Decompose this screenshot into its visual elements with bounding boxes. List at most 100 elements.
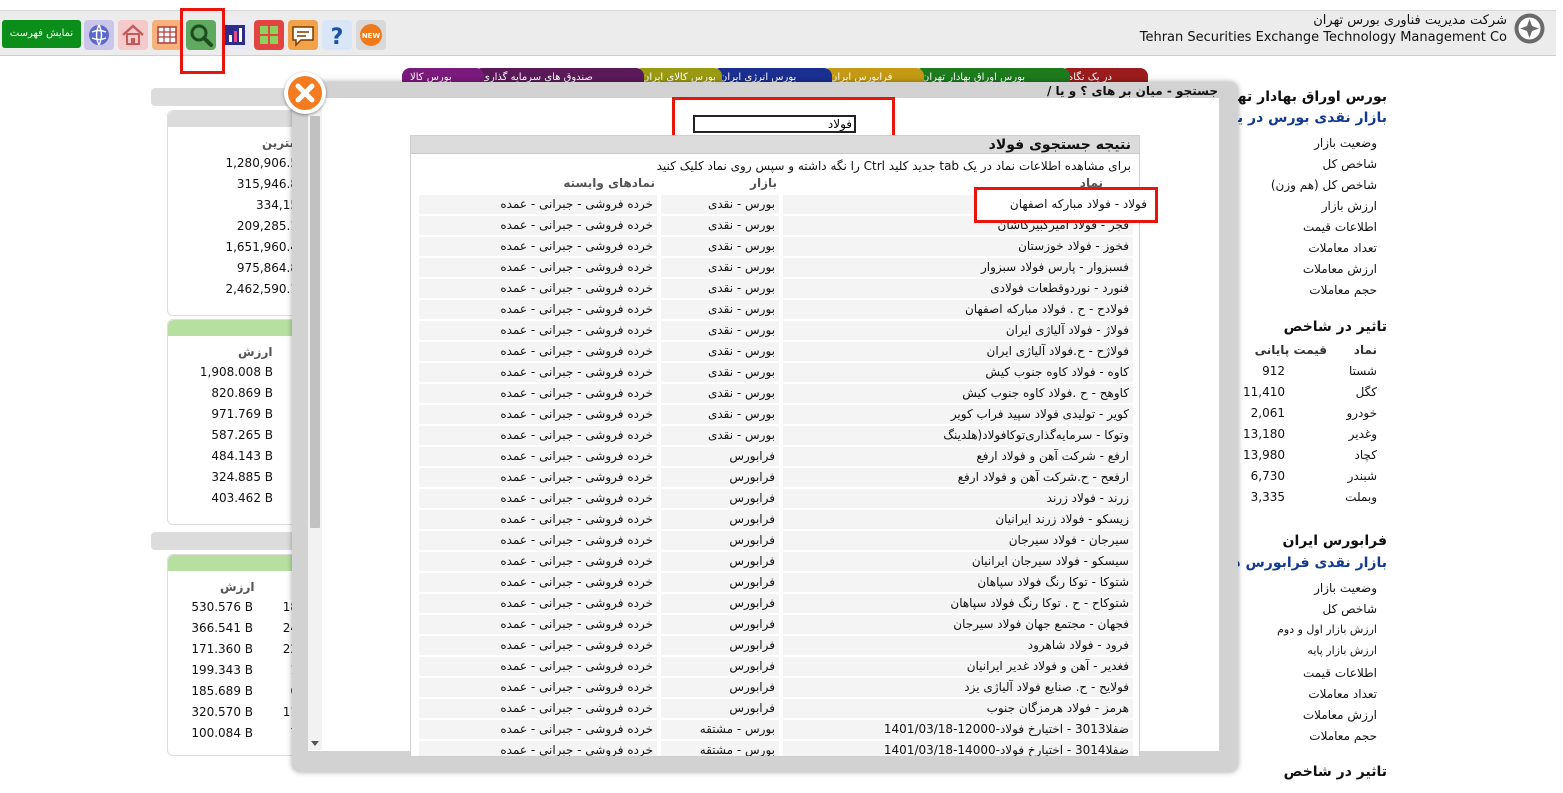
result-related-symbols[interactable]: خرده فروشی - جبرانی - عمده: [419, 594, 657, 613]
result-related-symbols[interactable]: خرده فروشی - جبرانی - عمده: [419, 342, 657, 361]
result-symbol[interactable]: سیسکو - فولاد سیرجان ایرانیان: [783, 552, 1133, 571]
impact-symbol[interactable]: شستا: [1349, 364, 1377, 378]
search-input[interactable]: [693, 115, 856, 133]
result-symbol[interactable]: فجهان - مجتمع جهان فولاد سیرجان: [783, 615, 1133, 634]
search-result-row[interactable]: فخوز - فولاد خوزستان بورس - نقدی خرده فروش…: [419, 237, 1133, 258]
result-symbol[interactable]: فرود - فولاد شاهرود: [783, 636, 1133, 655]
search-result-row[interactable]: فولایح - ح. صنایع فولاد آلیاژی یزد فرابور…: [419, 678, 1133, 699]
result-symbol[interactable]: ضفلا3014 - اختیارخ فولاد-14000-1401/03/1…: [783, 741, 1133, 756]
result-symbol[interactable]: فولاژ - فولاد آلیاژی ایران: [783, 321, 1133, 340]
search-result-row[interactable]: فنورد - نوردوقطعات فولادی بورس - نقدی خرده…: [419, 279, 1133, 300]
search-result-row[interactable]: فرود - فولاد شاهرود فرابورس خرده فروشی - ج…: [419, 636, 1133, 657]
result-symbol[interactable]: فولاژح - ح.فولاد آلیاژی ایران: [783, 342, 1133, 361]
result-symbol[interactable]: کاوهح - ح .فولاد کاوه جنوب کیش: [783, 384, 1133, 403]
search-result-row[interactable]: سیرجان - فولاد سیرجان فرابورس خرده فروشی -…: [419, 531, 1133, 552]
search-result-row[interactable]: زرند - فولاد زرند فرابورس خرده فروشی - جبر…: [419, 489, 1133, 510]
first-result-symbol[interactable]: فولاد - فولاد مبارکه اصفهان: [1010, 197, 1147, 211]
result-symbol[interactable]: کویر - تولیدی فولاد سپید فراب کویر: [783, 405, 1133, 424]
search-result-row[interactable]: فولادح - ح . فولاد مبارکه اصفهان بورس - ن…: [419, 300, 1133, 321]
search-result-row[interactable]: هرمز - فولاد هرمزگان جنوب فرابورس خرده فرو…: [419, 699, 1133, 720]
result-related-symbols[interactable]: خرده فروشی - جبرانی - عمده: [419, 615, 657, 634]
result-symbol[interactable]: ضفلا3013 - اختیارخ فولاد-12000-1401/03/1…: [783, 720, 1133, 739]
search-result-row[interactable]: ضفلا3013 - اختیارخ فولاد-12000-1401/03/1…: [419, 720, 1133, 741]
search-result-row[interactable]: زیسکو - فولاد زرند ایرانیان فرابورس خرده ف…: [419, 510, 1133, 531]
impact-symbol[interactable]: کگل: [1356, 385, 1377, 399]
result-symbol[interactable]: فولادح - ح . فولاد مبارکه اصفهان: [783, 300, 1133, 319]
search-result-row[interactable]: ضفلا3014 - اختیارخ فولاد-14000-1401/03/1…: [419, 741, 1133, 756]
result-related-symbols[interactable]: خرده فروشی - جبرانی - عمده: [419, 405, 657, 424]
result-related-symbols[interactable]: خرده فروشی - جبرانی - عمده: [419, 657, 657, 676]
tse-label: ارزش بازار: [1321, 199, 1377, 213]
chat-icon[interactable]: [288, 20, 318, 50]
result-related-symbols[interactable]: خرده فروشی - جبرانی - عمده: [419, 489, 657, 508]
result-related-symbols[interactable]: خرده فروشی - جبرانی - عمده: [419, 384, 657, 403]
search-result-row[interactable]: فولاژ - فولاد آلیاژی ایران بورس - نقدی خرد…: [419, 321, 1133, 342]
search-result-row[interactable]: کویر - تولیدی فولاد سپید فراب کویر بورس -…: [419, 405, 1133, 426]
search-result-row[interactable]: کاوهح - ح .فولاد کاوه جنوب کیش بورس - نقد…: [419, 384, 1133, 405]
result-symbol[interactable]: فغدیر - آهن و فولاد غدیر ایرانیان: [783, 657, 1133, 676]
result-related-symbols[interactable]: خرده فروشی - جبرانی - عمده: [419, 468, 657, 487]
search-result-row[interactable]: فجهان - مجتمع جهان فولاد سیرجان فرابورس خر…: [419, 615, 1133, 636]
new-icon[interactable]: NEW: [356, 20, 386, 50]
result-symbol[interactable]: کاوه - فولاد کاوه جنوب کیش: [783, 363, 1133, 382]
result-related-symbols[interactable]: خرده فروشی - جبرانی - عمده: [419, 447, 657, 466]
result-symbol[interactable]: فخوز - فولاد خوزستان: [783, 237, 1133, 256]
result-related-symbols[interactable]: خرده فروشی - جبرانی - عمده: [419, 510, 657, 529]
result-related-symbols[interactable]: خرده فروشی - جبرانی - عمده: [419, 363, 657, 382]
modal-scrollbar[interactable]: [308, 102, 322, 750]
result-related-symbols[interactable]: خرده فروشی - جبرانی - عمده: [419, 531, 657, 550]
result-symbol[interactable]: فسبزوار - پارس فولاد سبزوار: [783, 258, 1133, 277]
result-symbol[interactable]: ارفع - شرکت آهن و فولاد ارفع: [783, 447, 1133, 466]
result-related-symbols[interactable]: خرده فروشی - جبرانی - عمده: [419, 741, 657, 756]
search-result-row[interactable]: فسبزوار - پارس فولاد سبزوار بورس - نقدی خر…: [419, 258, 1133, 279]
result-related-symbols[interactable]: خرده فروشی - جبرانی - عمده: [419, 426, 657, 445]
search-result-row[interactable]: شتوکاح - ح . توکا رنگ فولاد سپاهان فرابور…: [419, 594, 1133, 615]
result-symbol[interactable]: شتوکاح - ح . توکا رنگ فولاد سپاهان: [783, 594, 1133, 613]
result-related-symbols[interactable]: خرده فروشی - جبرانی - عمده: [419, 678, 657, 697]
search-result-row[interactable]: فولاژح - ح.فولاد آلیاژی ایران بورس - نقدی…: [419, 342, 1133, 363]
dashboard-icon[interactable]: [254, 20, 284, 50]
impact-symbol[interactable]: وغدیر: [1349, 427, 1377, 441]
search-result-row[interactable]: شتوکا - توکا رنگ فولاد سپاهان فرابورس خرده…: [419, 573, 1133, 594]
result-related-symbols[interactable]: خرده فروشی - جبرانی - عمده: [419, 216, 657, 235]
search-result-row[interactable]: فغدیر - آهن و فولاد غدیر ایرانیان فرابورس…: [419, 657, 1133, 678]
result-symbol[interactable]: زرند - فولاد زرند: [783, 489, 1133, 508]
modal-scrollbar-thumb[interactable]: [310, 116, 320, 528]
scroll-down-arrow-icon[interactable]: [311, 741, 319, 746]
result-symbol[interactable]: شتوکا - توکا رنگ فولاد سپاهان: [783, 573, 1133, 592]
result-related-symbols[interactable]: خرده فروشی - جبرانی - عمده: [419, 195, 657, 214]
search-result-row[interactable]: کاوه - فولاد کاوه جنوب کیش بورس - نقدی خرد…: [419, 363, 1133, 384]
result-symbol[interactable]: فنورد - نوردوقطعات فولادی: [783, 279, 1133, 298]
result-related-symbols[interactable]: خرده فروشی - جبرانی - عمده: [419, 699, 657, 718]
result-related-symbols[interactable]: خرده فروشی - جبرانی - عمده: [419, 321, 657, 340]
search-result-row[interactable]: سیسکو - فولاد سیرجان ایرانیان فرابورس خرده…: [419, 552, 1133, 573]
globe-icon[interactable]: [84, 20, 114, 50]
result-symbol[interactable]: فولایح - ح. صنایع فولاد آلیاژی یزد: [783, 678, 1133, 697]
result-related-symbols[interactable]: خرده فروشی - جبرانی - عمده: [419, 720, 657, 739]
result-related-symbols[interactable]: خرده فروشی - جبرانی - عمده: [419, 636, 657, 655]
result-symbol[interactable]: ارفعح - ح.شرکت آهن و فولاد ارفع: [783, 468, 1133, 487]
table-icon[interactable]: [152, 20, 182, 50]
result-related-symbols[interactable]: خرده فروشی - جبرانی - عمده: [419, 237, 657, 256]
home-icon[interactable]: [118, 20, 148, 50]
result-related-symbols[interactable]: خرده فروشی - جبرانی - عمده: [419, 258, 657, 277]
search-result-row[interactable]: وتوکا - سرمایه‌گذاری‌توکافولاد(هلدینگ بور…: [419, 426, 1133, 447]
close-modal-button[interactable]: [284, 72, 326, 114]
result-related-symbols[interactable]: خرده فروشی - جبرانی - عمده: [419, 573, 657, 592]
result-symbol[interactable]: زیسکو - فولاد زرند ایرانیان: [783, 510, 1133, 529]
impact-symbol[interactable]: شبندر: [1348, 469, 1377, 483]
result-related-symbols[interactable]: خرده فروشی - جبرانی - عمده: [419, 552, 657, 571]
impact-symbol[interactable]: کچاد: [1355, 448, 1377, 462]
result-symbol[interactable]: وتوکا - سرمایه‌گذاری‌توکافولاد(هلدینگ: [783, 426, 1133, 445]
impact-symbol[interactable]: وبملت: [1345, 490, 1377, 504]
search-result-row[interactable]: ارفعح - ح.شرکت آهن و فولاد ارفع فرابورس خر…: [419, 468, 1133, 489]
result-symbol[interactable]: هرمز - فولاد هرمزگان جنوب: [783, 699, 1133, 718]
show-list-button[interactable]: نمایش فهرست: [2, 20, 81, 48]
help-icon[interactable]: ?: [322, 20, 352, 50]
result-related-symbols[interactable]: خرده فروشی - جبرانی - عمده: [419, 300, 657, 319]
result-symbol[interactable]: سیرجان - فولاد سیرجان: [783, 531, 1133, 550]
first-result-highlight-frame[interactable]: فولاد - فولاد مبارکه اصفهان: [974, 187, 1158, 223]
result-related-symbols[interactable]: خرده فروشی - جبرانی - عمده: [419, 279, 657, 298]
search-result-row[interactable]: ارفع - شرکت آهن و فولاد ارفع فرابورس خرده …: [419, 447, 1133, 468]
impact-symbol[interactable]: خودرو: [1346, 406, 1377, 420]
